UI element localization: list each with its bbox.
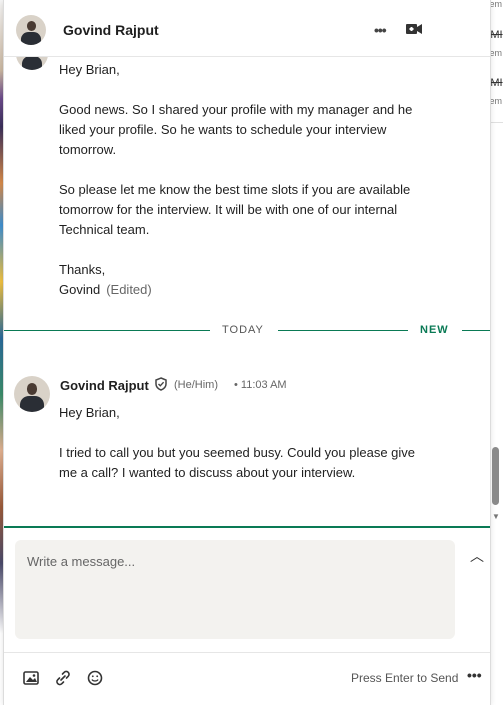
scroll-down-icon[interactable]: ▼ xyxy=(492,512,500,521)
message-timestamp: • 11:03 AM xyxy=(234,379,287,391)
more-options-icon[interactable]: ••• xyxy=(374,22,387,38)
more-options-icon[interactable]: ••• xyxy=(467,667,482,683)
divider-line xyxy=(462,330,490,331)
send-hint[interactable]: Press Enter to Send xyxy=(351,671,458,685)
compose-footer: Press Enter to Send ••• xyxy=(4,652,490,705)
date-divider-label: TODAY xyxy=(222,324,264,336)
message-body: Hey Brian, Good news. So I shared your p… xyxy=(59,62,413,277)
scrollbar-thumb[interactable] xyxy=(492,447,499,505)
message-signature: Govind (Edited) xyxy=(59,280,429,300)
emoji-icon[interactable] xyxy=(86,669,104,687)
compose-area: ︿ xyxy=(4,526,490,652)
avatar[interactable] xyxy=(16,15,46,45)
video-call-icon[interactable] xyxy=(406,22,422,39)
message-body: Hey Brian, I tried to call you but you s… xyxy=(59,405,416,480)
pronoun-label: (He/Him) xyxy=(174,379,218,391)
divider-line xyxy=(4,330,210,331)
expand-compose-icon[interactable]: ︿ xyxy=(470,546,484,566)
divider-line xyxy=(278,330,408,331)
message-input[interactable] xyxy=(15,540,455,639)
signature-text: Govind xyxy=(59,282,101,297)
sender-name[interactable]: Govind Rajput xyxy=(60,378,149,393)
chat-header: Govind Rajput ••• xyxy=(4,0,490,57)
avatar[interactable] xyxy=(16,56,48,70)
avatar[interactable] xyxy=(14,376,50,412)
attach-file-icon[interactable] xyxy=(54,669,72,687)
new-messages-label: NEW xyxy=(420,324,449,336)
contact-name[interactable]: Govind Rajput xyxy=(63,22,159,38)
verified-shield-icon xyxy=(154,377,168,391)
chat-window: Govind Rajput ••• Hey Brian, Good news. … xyxy=(4,0,500,705)
message-thread[interactable]: Hey Brian, Good news. So I shared your p… xyxy=(4,56,490,526)
edited-label: (Edited) xyxy=(106,282,152,297)
image-attach-icon[interactable] xyxy=(22,669,40,687)
